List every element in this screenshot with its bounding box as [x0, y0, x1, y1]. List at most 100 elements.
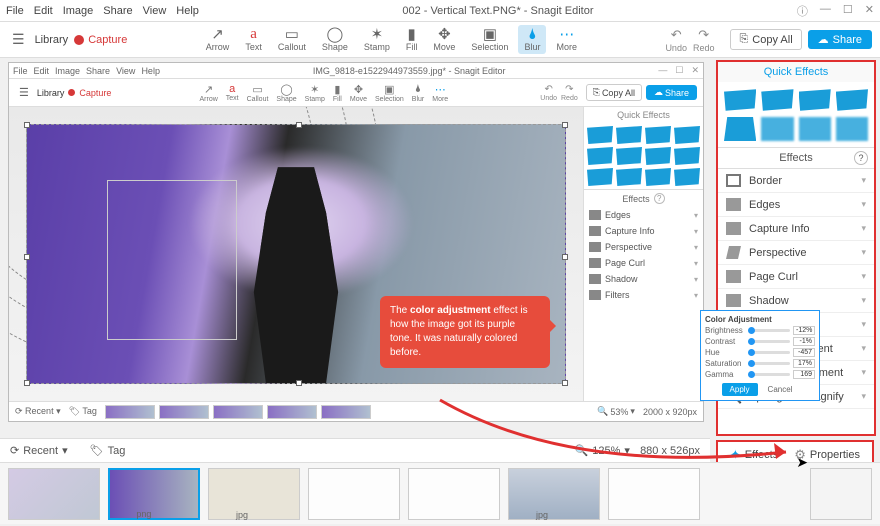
saturation-value[interactable]: 17%: [793, 359, 815, 368]
effect-filters[interactable]: Filters▾: [584, 287, 703, 303]
effect-border[interactable]: Border▾: [718, 169, 874, 193]
tool-arrow[interactable]: ↗Arrow: [200, 25, 236, 54]
tool-shape[interactable]: ◯Shape: [316, 25, 354, 54]
maximize-icon[interactable]: ☐: [843, 3, 853, 19]
inner-tool-fill[interactable]: ▮Fill: [330, 82, 345, 104]
inner-tool-callout[interactable]: ▭Callout: [244, 82, 272, 104]
thumbnail[interactable]: jpg: [208, 468, 300, 520]
resize-handle[interactable]: [24, 122, 30, 128]
tag-button[interactable]: 🏷 Tag: [90, 444, 126, 457]
close-icon[interactable]: ✕: [865, 3, 874, 19]
tool-more[interactable]: ⋯More: [550, 25, 583, 54]
resize-handle[interactable]: [24, 380, 30, 386]
effect-capture-info[interactable]: Capture Info▾: [718, 217, 874, 241]
inner-tool-text[interactable]: aText: [223, 82, 242, 104]
tool-callout[interactable]: ▭Callout: [272, 25, 312, 54]
inner-thumbnail[interactable]: [159, 405, 209, 419]
hue-value[interactable]: -457: [793, 348, 815, 357]
quick-effect-preset[interactable]: [587, 168, 613, 186]
inner-tag-button[interactable]: 🏷 Tag: [69, 406, 97, 417]
thumbnail[interactable]: [608, 468, 700, 520]
copy-all-button[interactable]: ⎘Copy All: [730, 29, 801, 50]
tool-move[interactable]: ✥Move: [427, 25, 461, 54]
resize-handle[interactable]: [296, 122, 302, 128]
resize-handle[interactable]: [562, 380, 568, 386]
inner-menu-share[interactable]: Share: [86, 66, 110, 76]
brightness-value[interactable]: -12%: [793, 326, 815, 335]
quick-effect-preset[interactable]: [836, 88, 868, 112]
effect-perspective[interactable]: Perspective▾: [718, 241, 874, 265]
quick-effect-preset[interactable]: [761, 88, 793, 112]
quick-effect-preset[interactable]: [674, 147, 700, 165]
help-icon[interactable]: ?: [854, 151, 868, 165]
cancel-button[interactable]: Cancel: [762, 383, 799, 396]
inner-close-icon[interactable]: ✕: [691, 65, 699, 76]
quick-effect-preset[interactable]: [645, 126, 671, 144]
hamburger-icon[interactable]: ☰: [8, 29, 29, 50]
effect-page-curl[interactable]: Page Curl▾: [584, 255, 703, 271]
tool-blur[interactable]: 🌢Blur: [518, 25, 546, 54]
quick-effect-preset[interactable]: [674, 126, 700, 144]
effect-shadow[interactable]: Shadow▾: [584, 271, 703, 287]
redo-button[interactable]: ↷Redo: [693, 27, 715, 53]
quick-effect-preset[interactable]: [616, 147, 642, 165]
menu-share[interactable]: Share: [103, 5, 132, 17]
resize-handle[interactable]: [296, 380, 302, 386]
inner-zoom-control[interactable]: 🔍 53% ▾: [597, 406, 635, 417]
inner-thumbnail[interactable]: [321, 405, 371, 419]
inner-tool-selection[interactable]: ▣Selection: [372, 82, 407, 104]
inner-menu-help[interactable]: Help: [141, 66, 160, 76]
menu-image[interactable]: Image: [63, 5, 94, 17]
inner-menu-file[interactable]: File: [13, 66, 28, 76]
resize-handle[interactable]: [24, 254, 30, 260]
quick-effect-preset[interactable]: [674, 168, 700, 186]
resize-handle[interactable]: [562, 122, 568, 128]
quick-effect-preset[interactable]: [724, 88, 756, 112]
inner-share-button[interactable]: ☁Share: [646, 85, 697, 100]
quick-effect-preset[interactable]: [587, 126, 613, 144]
quick-effect-preset[interactable]: [836, 117, 868, 141]
thumbnail[interactable]: png: [108, 468, 200, 520]
inner-tool-move[interactable]: ✥Move: [347, 82, 370, 104]
help-icon[interactable]: ?: [654, 193, 665, 204]
quick-effect-preset[interactable]: [799, 88, 831, 112]
saturation-slider[interactable]: [748, 362, 790, 365]
thumbnail[interactable]: [408, 468, 500, 520]
effect-capture-info[interactable]: Capture Info▾: [584, 223, 703, 239]
thumbnail[interactable]: [8, 468, 100, 520]
zoom-control[interactable]: 🔍 125% ▾ 880 x 526px: [575, 444, 700, 457]
undo-button[interactable]: ↶Undo: [665, 27, 687, 53]
quick-effect-preset[interactable]: [799, 117, 831, 141]
menu-edit[interactable]: Edit: [34, 5, 53, 17]
share-button[interactable]: ☁Share: [808, 30, 872, 49]
inner-maximize-icon[interactable]: ☐: [675, 65, 683, 76]
quick-effect-preset[interactable]: [616, 126, 642, 144]
inner-tool-shape[interactable]: ◯Shape: [273, 82, 299, 104]
inner-minimize-icon[interactable]: —: [658, 65, 667, 76]
quick-effect-preset[interactable]: [616, 168, 642, 186]
inner-recent-dropdown[interactable]: ⟳ Recent ▾: [15, 406, 61, 417]
thumbnail[interactable]: jpg: [508, 468, 600, 520]
menu-file[interactable]: File: [6, 5, 24, 17]
inner-thumbnail[interactable]: [267, 405, 317, 419]
menu-help[interactable]: Help: [176, 5, 199, 17]
recent-dropdown[interactable]: ⟳ Recent ▾: [10, 444, 68, 457]
inner-tool-arrow[interactable]: ↗Arrow: [197, 82, 221, 104]
contrast-slider[interactable]: [748, 340, 790, 343]
inner-tool-blur[interactable]: 🌢Blur: [409, 82, 427, 104]
inner-undo-button[interactable]: ↶Undo: [540, 84, 557, 102]
contrast-value[interactable]: -1%: [793, 337, 815, 346]
inner-copy-all-button[interactable]: ⎘Copy All: [586, 84, 642, 101]
inner-menu-image[interactable]: Image: [55, 66, 80, 76]
library-button[interactable]: Library: [35, 34, 69, 46]
quick-effect-preset[interactable]: [645, 147, 671, 165]
inner-redo-button[interactable]: ↷Redo: [561, 84, 578, 102]
quick-effect-preset[interactable]: [761, 117, 793, 141]
inner-hamburger-icon[interactable]: ☰: [15, 84, 33, 101]
tool-fill[interactable]: ▮Fill: [400, 25, 424, 54]
tool-text[interactable]: aText: [239, 25, 268, 54]
inner-capture-button[interactable]: Capture: [68, 88, 111, 98]
hue-slider[interactable]: [748, 351, 790, 354]
inner-thumbnail[interactable]: [105, 405, 155, 419]
capture-button[interactable]: Capture: [74, 34, 127, 46]
